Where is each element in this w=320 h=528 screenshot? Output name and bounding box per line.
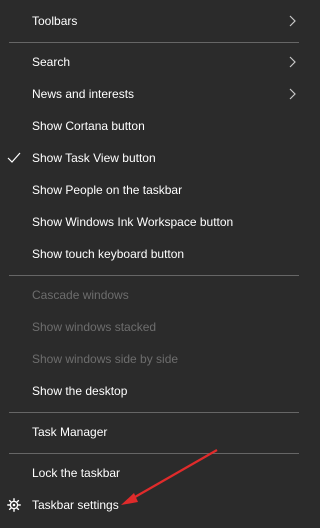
menu-item-search[interactable]: Search: [0, 47, 307, 77]
menu-item-news-and-interests[interactable]: News and interests: [0, 79, 307, 109]
menu-item-toolbars[interactable]: Toolbars: [0, 6, 307, 36]
menu-item-show-task-view-button[interactable]: Show Task View button: [0, 143, 307, 173]
menu-item-show-the-desktop[interactable]: Show the desktop: [0, 376, 307, 406]
menu-item-show-cortana-button[interactable]: Show Cortana button: [0, 111, 307, 141]
menu-item-show-windows-stacked: Show windows stacked: [0, 312, 307, 342]
menu-separator: [9, 412, 299, 413]
chevron-right-icon: [289, 15, 296, 27]
menu-item-label: Show touch keyboard button: [32, 247, 185, 261]
menu-item-label: Taskbar settings: [32, 498, 119, 512]
chevron-right-icon: [289, 56, 296, 68]
menu-item-label: Task Manager: [32, 425, 108, 439]
menu-item-label: Show Cortana button: [32, 119, 145, 133]
gear-icon: [7, 498, 21, 512]
menu-separator: [9, 453, 299, 454]
menu-item-label: Show the desktop: [32, 384, 128, 398]
menu-item-label: News and interests: [32, 87, 135, 101]
menu-item-label: Search: [32, 55, 71, 69]
menu-item-label: Show Task View button: [32, 151, 156, 165]
menu-item-label: Show windows side by side: [32, 352, 179, 366]
menu-item-cascade-windows: Cascade windows: [0, 280, 307, 310]
menu-separator: [9, 275, 299, 276]
menu-item-show-windows-ink-workspace-button[interactable]: Show Windows Ink Workspace button: [0, 207, 307, 237]
menu-item-label: Toolbars: [32, 14, 78, 28]
menu-separator: [9, 42, 299, 43]
menu-item-show-touch-keyboard-button[interactable]: Show touch keyboard button: [0, 239, 307, 269]
menu-item-label: Show Windows Ink Workspace button: [32, 215, 234, 229]
menu-item-show-people-on-taskbar[interactable]: Show People on the taskbar: [0, 175, 307, 205]
chevron-right-icon: [289, 88, 296, 100]
menu-item-label: Show windows stacked: [32, 320, 157, 334]
menu-item-label: Cascade windows: [32, 288, 129, 302]
menu-item-label: Lock the taskbar: [32, 466, 121, 480]
checkmark-icon: [7, 152, 21, 163]
menu-item-lock-the-taskbar[interactable]: Lock the taskbar: [0, 458, 307, 488]
menu-item-task-manager[interactable]: Task Manager: [0, 417, 307, 447]
menu-item-taskbar-settings[interactable]: Taskbar settings: [0, 490, 307, 520]
menu-item-show-windows-side-by-side: Show windows side by side: [0, 344, 307, 374]
menu-item-label: Show People on the taskbar: [32, 183, 183, 197]
taskbar-context-menu: Toolbars Search News and interests Show …: [0, 0, 307, 528]
